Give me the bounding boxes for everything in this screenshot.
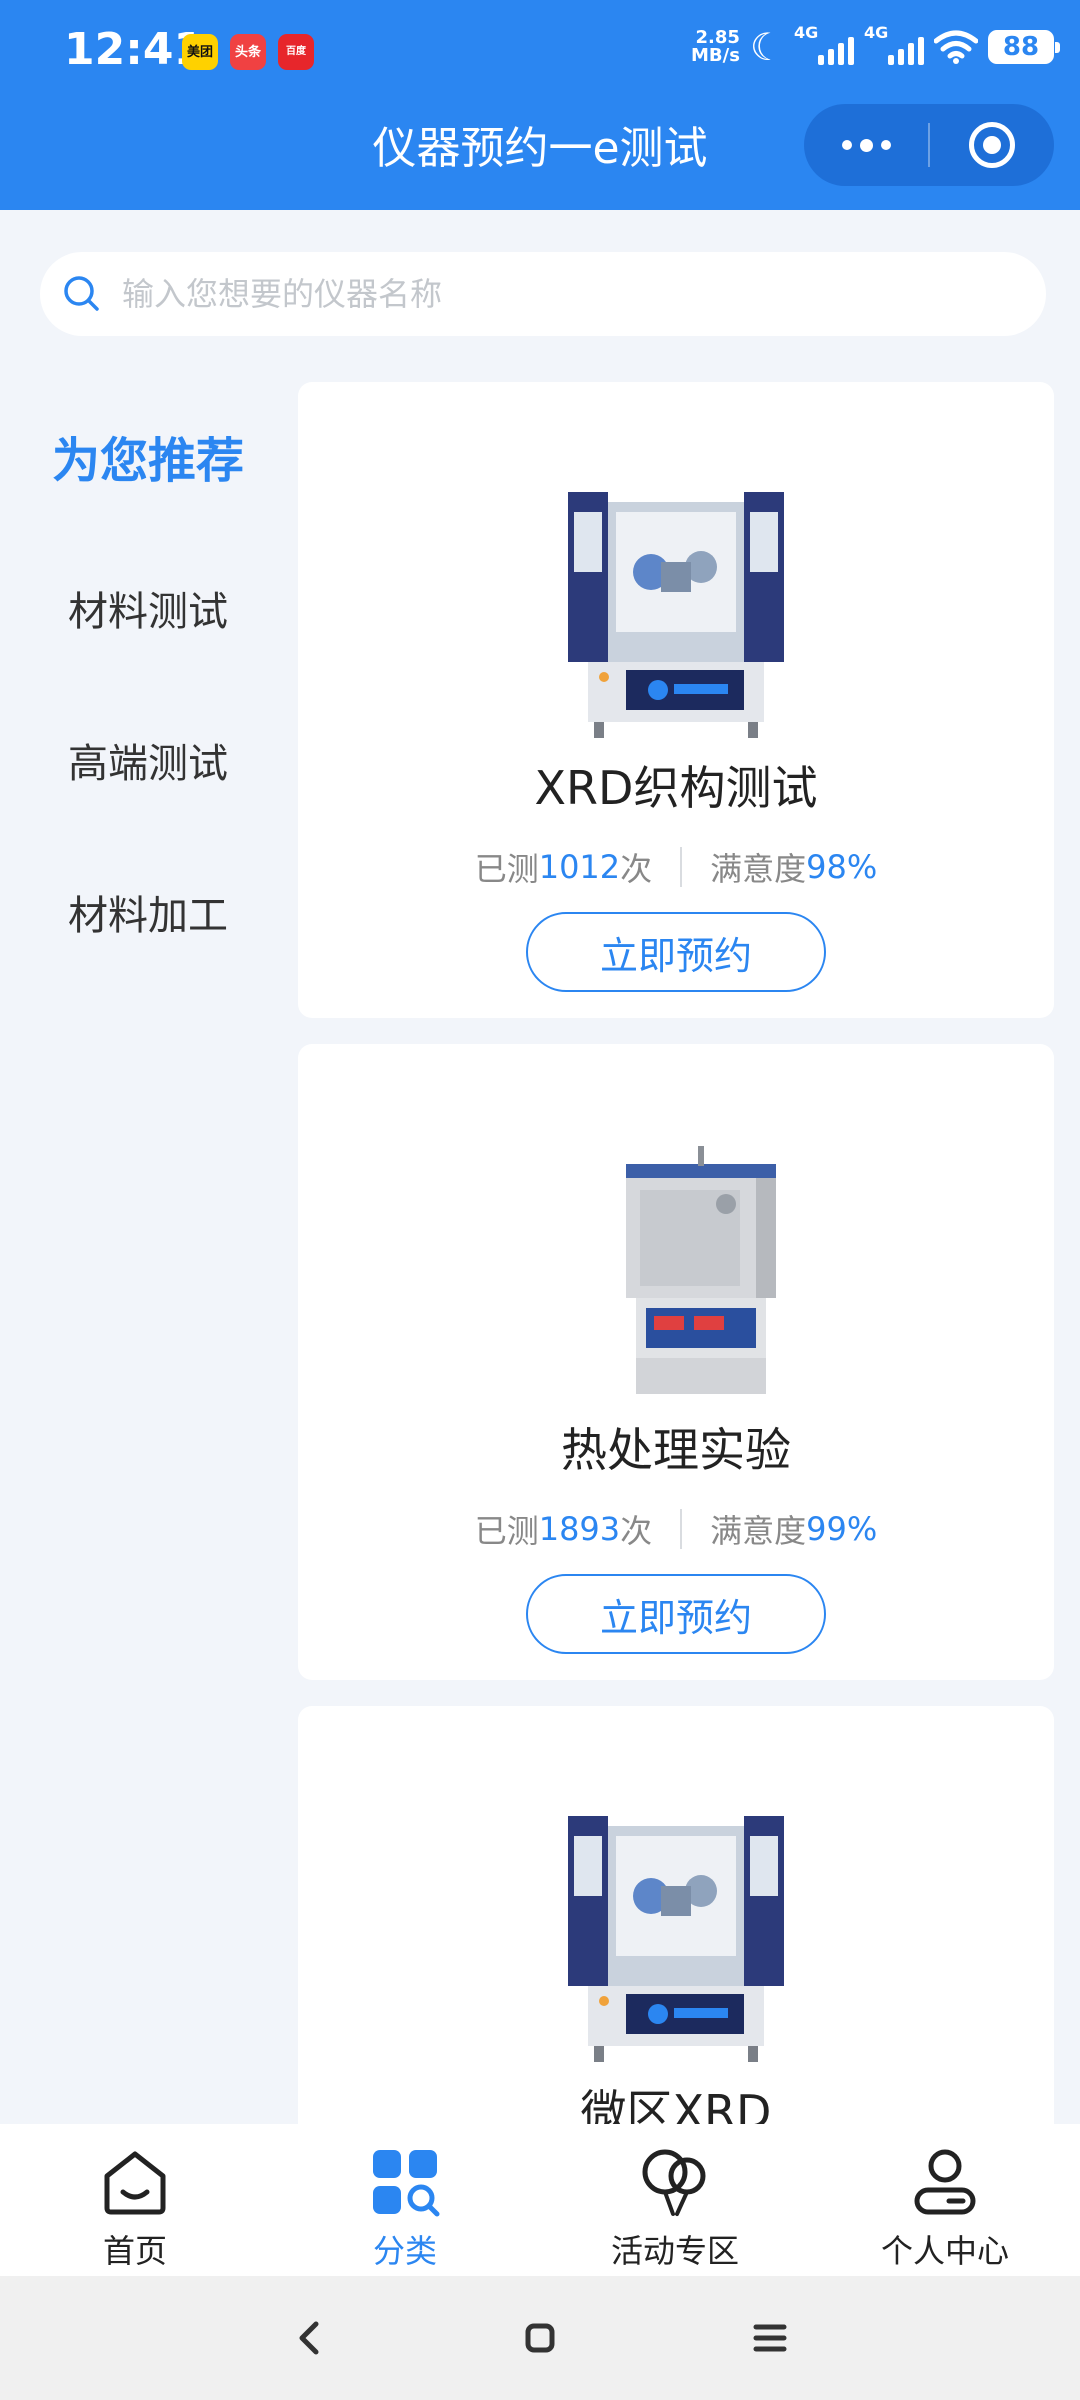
network-speed: 2.85 MB/s	[691, 29, 740, 65]
signal-1-label: 4G	[794, 23, 819, 42]
status-bar: 12:41 美团 头条 百度 2.85 MB/s ☾ 4G 4G 88	[0, 0, 1080, 105]
search-icon	[64, 276, 99, 311]
home-square-icon	[525, 2323, 555, 2353]
category-icon	[373, 2150, 440, 2217]
status-indicators: 2.85 MB/s ☾ 4G 4G 88	[691, 23, 1060, 69]
tab-activities-label: 活动专区	[610, 2232, 739, 2270]
sidebar-item-recommended[interactable]: 为您推荐	[0, 380, 296, 532]
satisfaction-value: 99%	[806, 1510, 878, 1548]
meituan-app-icon: 美团	[182, 34, 218, 70]
sidebar-item-material-processing[interactable]: 材料加工	[0, 836, 296, 988]
wifi-icon	[934, 30, 978, 64]
back-chevron-icon	[299, 2321, 319, 2355]
tab-category-label: 分类	[372, 2232, 437, 2270]
user-icon	[914, 2149, 976, 2215]
search-bar	[40, 252, 1046, 336]
signal-2-icon: 4G	[864, 23, 924, 65]
nav-menu-button[interactable]	[730, 2298, 810, 2378]
micro-xrd-instrument-image	[476, 1796, 876, 2076]
satisfaction-label: 满意度	[710, 850, 807, 888]
nav-back-button[interactable]	[270, 2298, 350, 2378]
bottom-tab-bar: 首页 分类 活动专区 个人中心	[0, 2124, 1080, 2276]
miniprogram-capsule	[804, 104, 1054, 186]
instrument-stats: 已测 1893 次 满意度 99%	[298, 1506, 1054, 1552]
tested-suffix: 次	[620, 1512, 653, 1550]
book-now-button[interactable]: 立即预约	[526, 912, 826, 992]
instrument-stats: 已测 1012 次 满意度 98%	[298, 844, 1054, 890]
tab-profile-label: 个人中心	[880, 2232, 1009, 2270]
header: 12:41 美团 头条 百度 2.85 MB/s ☾ 4G 4G 88 仪器预约…	[0, 0, 1080, 210]
instrument-card[interactable]: 热处理实验 已测 1893 次 满意度 99% 立即预约	[298, 1044, 1054, 1680]
instrument-card[interactable]: XRD织构测试 已测 1012 次 满意度 98% 立即预约	[298, 382, 1054, 1018]
category-sidebar: 为您推荐 材料测试 高端测试 材料加工	[0, 380, 296, 988]
satisfaction-value: 98%	[806, 848, 878, 886]
toutiao-app-icon: 头条	[230, 34, 266, 70]
do-not-disturb-moon-icon: ☾	[749, 25, 784, 69]
furnace-instrument-image	[476, 1134, 876, 1414]
tab-activities[interactable]: 活动专区	[540, 2124, 810, 2276]
signal-1-icon: 4G	[794, 23, 854, 65]
target-close-icon	[969, 122, 1015, 168]
home-icon	[104, 2151, 166, 2215]
satisfaction-label: 满意度	[710, 1512, 807, 1550]
book-now-button[interactable]: 立即预约	[526, 1574, 826, 1654]
tested-count: 1012	[538, 848, 621, 886]
balloon-icon	[642, 2149, 706, 2216]
signal-2-label: 4G	[864, 23, 889, 42]
stats-divider	[680, 847, 683, 887]
close-miniprogram-button[interactable]	[930, 104, 1054, 186]
tab-profile[interactable]: 个人中心	[810, 2124, 1080, 2276]
sidebar-item-material-testing[interactable]: 材料测试	[0, 532, 296, 684]
battery-icon: 88	[988, 30, 1060, 64]
tested-prefix: 已测	[474, 850, 539, 888]
battery-level: 88	[1002, 32, 1040, 62]
more-dot-icon	[859, 138, 873, 152]
sidebar-item-high-end-testing[interactable]: 高端测试	[0, 684, 296, 836]
search-input[interactable]	[122, 275, 1002, 313]
tested-suffix: 次	[620, 850, 653, 888]
network-speed-unit: MB/s	[691, 45, 740, 66]
tab-home-label: 首页	[102, 2232, 167, 2270]
stats-divider	[680, 1509, 683, 1549]
baidu-app-icon: 百度	[278, 34, 314, 70]
more-menu-button[interactable]	[804, 104, 928, 186]
tested-count: 1893	[538, 1510, 621, 1548]
system-navigation-bar	[0, 2276, 1080, 2400]
menu-lines-icon	[753, 2324, 787, 2352]
instrument-name: XRD织构测试	[534, 761, 818, 815]
tested-prefix: 已测	[474, 1512, 539, 1550]
tab-category[interactable]: 分类	[270, 2124, 540, 2276]
notification-app-icons: 美团 头条 百度	[182, 34, 314, 70]
tab-home[interactable]: 首页	[0, 2124, 270, 2276]
xrd-instrument-image	[476, 472, 876, 752]
nav-home-button[interactable]	[500, 2298, 580, 2378]
more-dot-icon	[880, 140, 891, 150]
more-dot-icon	[841, 140, 852, 150]
instrument-name: 热处理实验	[561, 1423, 791, 1477]
